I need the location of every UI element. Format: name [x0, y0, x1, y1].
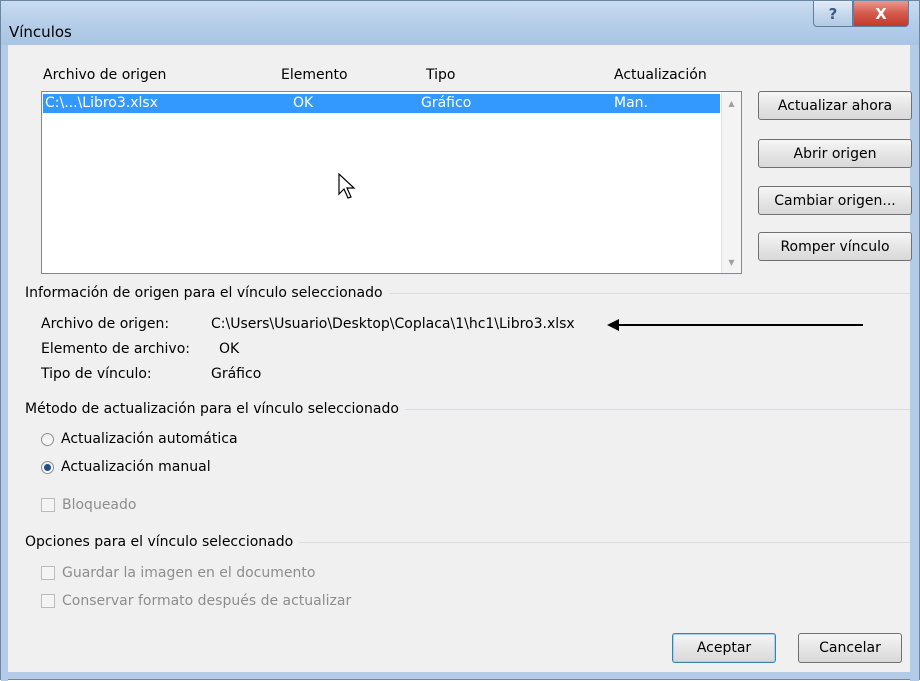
change-source-label: Cambiar origen...	[774, 192, 896, 209]
cancel-button[interactable]: Cancelar	[798, 633, 902, 663]
locked-checkbox[interactable]	[41, 498, 55, 512]
update-now-button[interactable]: Actualizar ahora	[758, 91, 912, 120]
cell-update: Man.	[614, 95, 648, 111]
cell-source-file: C:\...\Libro3.xlsx	[45, 95, 158, 111]
title-bar[interactable]: Vínculos	[1, 1, 919, 45]
automatic-update-option[interactable]: Actualización automática	[41, 431, 238, 447]
help-icon: ?	[828, 4, 838, 23]
keep-format-option[interactable]: Conservar formato después de actualizar	[41, 593, 351, 609]
manual-update-option[interactable]: Actualización manual	[41, 459, 211, 475]
ok-label: Aceptar	[696, 640, 752, 656]
locked-option[interactable]: Bloqueado	[41, 497, 136, 513]
link-type-label: Tipo de vínculo:	[41, 366, 152, 382]
change-source-button[interactable]: Cambiar origen...	[758, 186, 912, 215]
column-header-source-file[interactable]: Archivo de origen	[43, 67, 166, 83]
locked-label: Bloqueado	[62, 497, 137, 513]
automatic-update-label: Actualización automática	[61, 431, 238, 447]
open-source-label: Abrir origen	[793, 145, 877, 162]
source-file-value: C:\Users\Usuario\Desktop\Coplaca\1\hc1\L…	[211, 316, 575, 332]
links-dialog: Vínculos ? X Archivo de origen Elemento …	[0, 0, 920, 681]
column-header-type[interactable]: Tipo	[426, 67, 455, 83]
file-item-value: OK	[219, 341, 240, 357]
manual-update-radio[interactable]	[41, 460, 54, 474]
source-info-section-title: Información de origen para el vínculo se…	[25, 285, 389, 301]
link-options-section-title: Opciones para el vínculo seleccionado	[25, 534, 300, 550]
source-file-label: Archivo de origen:	[41, 316, 170, 332]
column-header-source-file-label: Archivo de origen	[43, 67, 167, 83]
column-header-item[interactable]: Elemento	[281, 67, 348, 83]
save-image-checkbox[interactable]	[41, 566, 55, 580]
keep-format-checkbox[interactable]	[41, 594, 55, 608]
break-link-label: Romper vínculo	[780, 238, 890, 255]
list-item[interactable]: C:\...\Libro3.xlsx OK Gráfico Man.	[43, 94, 720, 113]
scroll-down-icon[interactable]: ▼	[722, 253, 741, 271]
help-button[interactable]: ?	[813, 1, 853, 27]
link-type-value: Gráfico	[211, 366, 262, 382]
automatic-update-radio[interactable]	[41, 432, 54, 446]
manual-update-label: Actualización manual	[61, 459, 211, 475]
save-image-label: Guardar la imagen en el documento	[62, 565, 316, 581]
dialog-title: Vínculos	[9, 23, 72, 41]
column-header-update[interactable]: Actualización	[614, 67, 707, 83]
window-frame-left	[1, 45, 8, 681]
ok-button[interactable]: Aceptar	[672, 633, 776, 663]
save-image-option[interactable]: Guardar la imagen en el documento	[41, 565, 315, 581]
open-source-button[interactable]: Abrir origen	[758, 139, 912, 168]
update-method-section-title: Método de actualización para el vínculo …	[25, 401, 405, 417]
list-scrollbar[interactable]: ▲ ▼	[721, 92, 741, 273]
update-now-label: Actualizar ahora	[777, 97, 893, 114]
file-item-label: Elemento de archivo:	[41, 341, 190, 357]
scroll-up-icon[interactable]: ▲	[722, 94, 741, 112]
links-list[interactable]: C:\...\Libro3.xlsx OK Gráfico Man. ▲ ▼	[41, 91, 742, 274]
dialog-content: Archivo de origen Elemento Tipo Actualiz…	[8, 45, 912, 672]
cancel-label: Cancelar	[819, 640, 881, 656]
close-icon: X	[875, 4, 887, 23]
close-button[interactable]: X	[853, 1, 909, 27]
break-link-button[interactable]: Romper vínculo	[758, 232, 912, 261]
annotation-arrow-line	[615, 324, 863, 326]
keep-format-label: Conservar formato después de actualizar	[62, 593, 352, 609]
cell-item: OK	[293, 95, 314, 111]
cell-type: Gráfico	[421, 95, 472, 111]
mouse-pointer-icon	[338, 173, 356, 199]
